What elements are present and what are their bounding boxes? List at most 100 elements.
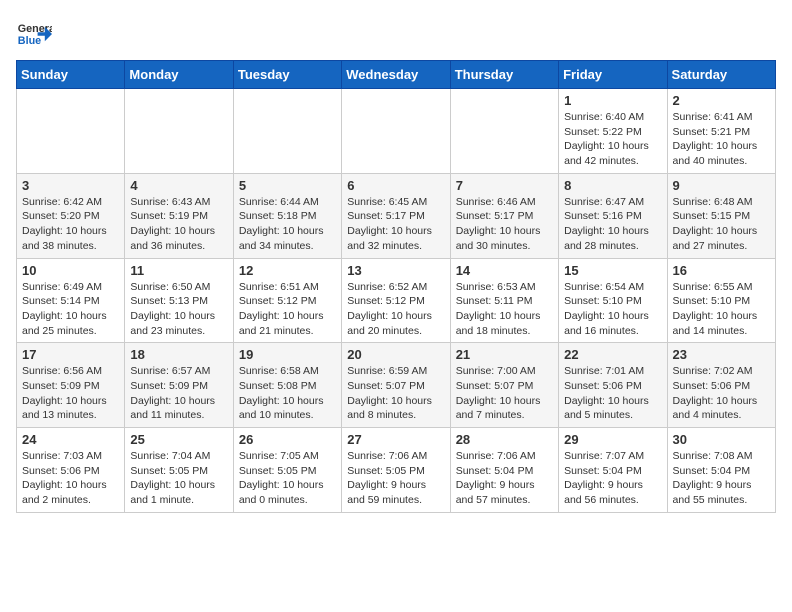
day-info: Sunrise: 6:50 AM Sunset: 5:13 PM Dayligh…	[130, 280, 227, 339]
day-number: 3	[22, 178, 119, 193]
day-info: Sunrise: 6:57 AM Sunset: 5:09 PM Dayligh…	[130, 364, 227, 423]
calendar-cell: 30Sunrise: 7:08 AM Sunset: 5:04 PM Dayli…	[667, 428, 775, 513]
day-number: 2	[673, 93, 770, 108]
day-info: Sunrise: 6:58 AM Sunset: 5:08 PM Dayligh…	[239, 364, 336, 423]
day-info: Sunrise: 6:48 AM Sunset: 5:15 PM Dayligh…	[673, 195, 770, 254]
calendar-cell: 1Sunrise: 6:40 AM Sunset: 5:22 PM Daylig…	[559, 89, 667, 174]
day-info: Sunrise: 6:43 AM Sunset: 5:19 PM Dayligh…	[130, 195, 227, 254]
day-info: Sunrise: 7:00 AM Sunset: 5:07 PM Dayligh…	[456, 364, 553, 423]
col-header-tuesday: Tuesday	[233, 61, 341, 89]
day-info: Sunrise: 7:06 AM Sunset: 5:05 PM Dayligh…	[347, 449, 444, 508]
day-info: Sunrise: 6:49 AM Sunset: 5:14 PM Dayligh…	[22, 280, 119, 339]
calendar-cell	[17, 89, 125, 174]
calendar-cell: 8 Sunrise: 6:47 AM Sunset: 5:16 PM Daylig…	[559, 173, 667, 258]
day-number: 11	[130, 263, 227, 278]
day-number: 20	[347, 347, 444, 362]
day-number: 14	[456, 263, 553, 278]
day-number: 29	[564, 432, 661, 447]
day-number: 17	[22, 347, 119, 362]
day-info: Sunrise: 7:07 AM Sunset: 5:04 PM Dayligh…	[564, 449, 661, 508]
day-number: 12	[239, 263, 336, 278]
calendar-cell: 17 Sunrise: 6:56 AM Sunset: 5:09 PM Dayli…	[17, 343, 125, 428]
calendar-table: SundayMondayTuesdayWednesdayThursdayFrid…	[16, 60, 776, 513]
calendar-cell: 12 Sunrise: 6:51 AM Sunset: 5:12 PM Dayli…	[233, 258, 341, 343]
calendar-cell: 18Sunrise: 6:57 AM Sunset: 5:09 PM Dayli…	[125, 343, 233, 428]
day-info: Sunrise: 6:56 AM Sunset: 5:09 PM Dayligh…	[22, 364, 119, 423]
calendar-cell: 4 Sunrise: 6:43 AM Sunset: 5:19 PM Daylig…	[125, 173, 233, 258]
col-header-wednesday: Wednesday	[342, 61, 450, 89]
day-number: 16	[673, 263, 770, 278]
logo-icon: General Blue	[16, 16, 52, 52]
day-info: Sunrise: 6:53 AM Sunset: 5:11 PM Dayligh…	[456, 280, 553, 339]
calendar-cell: 22 Sunrise: 7:01 AM Sunset: 5:06 PM Dayli…	[559, 343, 667, 428]
calendar-week-row: 3 Sunrise: 6:42 AM Sunset: 5:20 PM Daylig…	[17, 173, 776, 258]
day-info: Sunrise: 7:06 AM Sunset: 5:04 PM Dayligh…	[456, 449, 553, 508]
day-number: 10	[22, 263, 119, 278]
day-info: Sunrise: 6:45 AM Sunset: 5:17 PM Dayligh…	[347, 195, 444, 254]
calendar-cell	[450, 89, 558, 174]
day-number: 25	[130, 432, 227, 447]
day-info: Sunrise: 7:08 AM Sunset: 5:04 PM Dayligh…	[673, 449, 770, 508]
calendar-cell: 11 Sunrise: 6:50 AM Sunset: 5:13 PM Dayli…	[125, 258, 233, 343]
calendar-week-row: 17 Sunrise: 6:56 AM Sunset: 5:09 PM Dayli…	[17, 343, 776, 428]
calendar-cell	[342, 89, 450, 174]
calendar-cell: 14 Sunrise: 6:53 AM Sunset: 5:11 PM Dayli…	[450, 258, 558, 343]
day-number: 4	[130, 178, 227, 193]
svg-text:Blue: Blue	[18, 35, 41, 47]
day-info: Sunrise: 6:54 AM Sunset: 5:10 PM Dayligh…	[564, 280, 661, 339]
day-number: 1	[564, 93, 661, 108]
day-number: 28	[456, 432, 553, 447]
calendar-cell: 20 Sunrise: 6:59 AM Sunset: 5:07 PM Dayli…	[342, 343, 450, 428]
calendar-cell: 26Sunrise: 7:05 AM Sunset: 5:05 PM Dayli…	[233, 428, 341, 513]
calendar-week-row: 10 Sunrise: 6:49 AM Sunset: 5:14 PM Dayli…	[17, 258, 776, 343]
day-number: 15	[564, 263, 661, 278]
day-info: Sunrise: 6:51 AM Sunset: 5:12 PM Dayligh…	[239, 280, 336, 339]
day-info: Sunrise: 6:47 AM Sunset: 5:16 PM Dayligh…	[564, 195, 661, 254]
day-info: Sunrise: 6:42 AM Sunset: 5:20 PM Dayligh…	[22, 195, 119, 254]
calendar-cell: 9 Sunrise: 6:48 AM Sunset: 5:15 PM Daylig…	[667, 173, 775, 258]
calendar-cell: 27 Sunrise: 7:06 AM Sunset: 5:05 PM Dayli…	[342, 428, 450, 513]
calendar-cell: 24Sunrise: 7:03 AM Sunset: 5:06 PM Dayli…	[17, 428, 125, 513]
day-number: 19	[239, 347, 336, 362]
calendar-cell: 15 Sunrise: 6:54 AM Sunset: 5:10 PM Dayli…	[559, 258, 667, 343]
day-info: Sunrise: 6:41 AM Sunset: 5:21 PM Dayligh…	[673, 110, 770, 169]
calendar-cell: 29 Sunrise: 7:07 AM Sunset: 5:04 PM Dayli…	[559, 428, 667, 513]
day-number: 23	[673, 347, 770, 362]
day-number: 9	[673, 178, 770, 193]
day-number: 8	[564, 178, 661, 193]
calendar-cell: 10 Sunrise: 6:49 AM Sunset: 5:14 PM Dayli…	[17, 258, 125, 343]
calendar-week-row: 24Sunrise: 7:03 AM Sunset: 5:06 PM Dayli…	[17, 428, 776, 513]
calendar-cell: 19 Sunrise: 6:58 AM Sunset: 5:08 PM Dayli…	[233, 343, 341, 428]
calendar-cell: 5 Sunrise: 6:44 AM Sunset: 5:18 PM Daylig…	[233, 173, 341, 258]
day-info: Sunrise: 6:59 AM Sunset: 5:07 PM Dayligh…	[347, 364, 444, 423]
col-header-monday: Monday	[125, 61, 233, 89]
day-info: Sunrise: 6:52 AM Sunset: 5:12 PM Dayligh…	[347, 280, 444, 339]
day-info: Sunrise: 7:01 AM Sunset: 5:06 PM Dayligh…	[564, 364, 661, 423]
day-info: Sunrise: 7:03 AM Sunset: 5:06 PM Dayligh…	[22, 449, 119, 508]
page-header: General Blue	[16, 16, 776, 52]
day-number: 27	[347, 432, 444, 447]
logo: General Blue	[16, 16, 52, 52]
calendar-cell: 13 Sunrise: 6:52 AM Sunset: 5:12 PM Dayli…	[342, 258, 450, 343]
calendar-week-row: 1Sunrise: 6:40 AM Sunset: 5:22 PM Daylig…	[17, 89, 776, 174]
day-info: Sunrise: 6:46 AM Sunset: 5:17 PM Dayligh…	[456, 195, 553, 254]
day-info: Sunrise: 7:02 AM Sunset: 5:06 PM Dayligh…	[673, 364, 770, 423]
day-info: Sunrise: 7:05 AM Sunset: 5:05 PM Dayligh…	[239, 449, 336, 508]
calendar-header-row: SundayMondayTuesdayWednesdayThursdayFrid…	[17, 61, 776, 89]
day-number: 13	[347, 263, 444, 278]
col-header-friday: Friday	[559, 61, 667, 89]
day-number: 6	[347, 178, 444, 193]
calendar-cell: 21Sunrise: 7:00 AM Sunset: 5:07 PM Dayli…	[450, 343, 558, 428]
calendar-cell: 3 Sunrise: 6:42 AM Sunset: 5:20 PM Daylig…	[17, 173, 125, 258]
calendar-cell: 23 Sunrise: 7:02 AM Sunset: 5:06 PM Dayli…	[667, 343, 775, 428]
day-info: Sunrise: 6:44 AM Sunset: 5:18 PM Dayligh…	[239, 195, 336, 254]
calendar-cell: 28 Sunrise: 7:06 AM Sunset: 5:04 PM Dayli…	[450, 428, 558, 513]
day-info: Sunrise: 6:55 AM Sunset: 5:10 PM Dayligh…	[673, 280, 770, 339]
calendar-cell: 6 Sunrise: 6:45 AM Sunset: 5:17 PM Daylig…	[342, 173, 450, 258]
calendar-cell	[125, 89, 233, 174]
col-header-sunday: Sunday	[17, 61, 125, 89]
day-number: 22	[564, 347, 661, 362]
day-info: Sunrise: 7:04 AM Sunset: 5:05 PM Dayligh…	[130, 449, 227, 508]
calendar-cell: 2 Sunrise: 6:41 AM Sunset: 5:21 PM Daylig…	[667, 89, 775, 174]
day-number: 5	[239, 178, 336, 193]
